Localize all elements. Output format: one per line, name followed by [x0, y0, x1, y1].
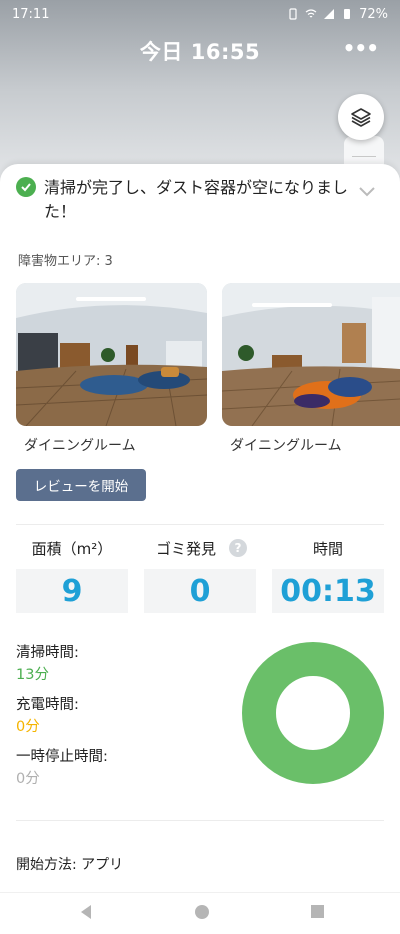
obstacle-photo[interactable] [222, 283, 400, 426]
start-method: 開始方法: アプリ [16, 857, 124, 873]
dirt-detected-value: 0 [144, 569, 256, 613]
time-breakdown-donut [242, 642, 384, 784]
start-review-button[interactable]: レビューを開始 [16, 469, 146, 501]
duration-value: 00:13 [272, 569, 384, 613]
area-value: 9 [16, 569, 128, 613]
cleaning-time-label: 清掃時間: [16, 645, 79, 661]
recent-apps-icon[interactable] [311, 905, 324, 918]
charging-time-label: 充電時間: [16, 697, 79, 713]
cleaning-time-value: 13分 [16, 667, 49, 683]
layers-icon [351, 108, 371, 127]
status-bar: 17:11 72% [0, 0, 400, 28]
obstacle-photo-caption: ダイニングルーム [24, 438, 136, 454]
paused-time-label: 一時停止時間: [16, 749, 108, 765]
home-icon[interactable] [195, 905, 209, 919]
status-time: 17:11 [12, 6, 50, 22]
vibrate-icon [289, 8, 297, 20]
status-icons: 72% [287, 7, 388, 22]
layers-button[interactable] [338, 94, 384, 140]
chevron-down-icon[interactable] [356, 180, 378, 202]
donut-ring-cleaning [242, 642, 384, 784]
paused-time-value: 0分 [16, 771, 40, 787]
duration-label: 時間 [312, 540, 343, 558]
obstacle-photo[interactable] [16, 283, 207, 426]
obstacle-photo-caption: ダイニングルーム [230, 438, 342, 454]
wifi-icon [305, 9, 317, 18]
check-icon [16, 177, 36, 197]
area-label: 面積（m²） [31, 540, 113, 558]
battery-level: 72% [359, 6, 388, 22]
completion-text: 清掃が完了し、ダスト容器が空になりました！ [44, 178, 349, 221]
charging-time-value: 0分 [16, 719, 40, 735]
obstacle-count-label: 障害物エリア: 3 [18, 254, 113, 269]
more-options-button[interactable]: ••• [343, 36, 379, 60]
section-divider [16, 524, 384, 525]
section-divider [16, 820, 384, 821]
divider [352, 156, 376, 157]
help-icon[interactable]: ? [229, 539, 247, 557]
signal-icon [324, 9, 335, 19]
battery-icon [344, 9, 351, 19]
dirt-detected-label: ゴミ発見 [155, 540, 216, 558]
page-title: 今日 16:55 [139, 40, 261, 64]
back-icon[interactable] [79, 904, 93, 920]
